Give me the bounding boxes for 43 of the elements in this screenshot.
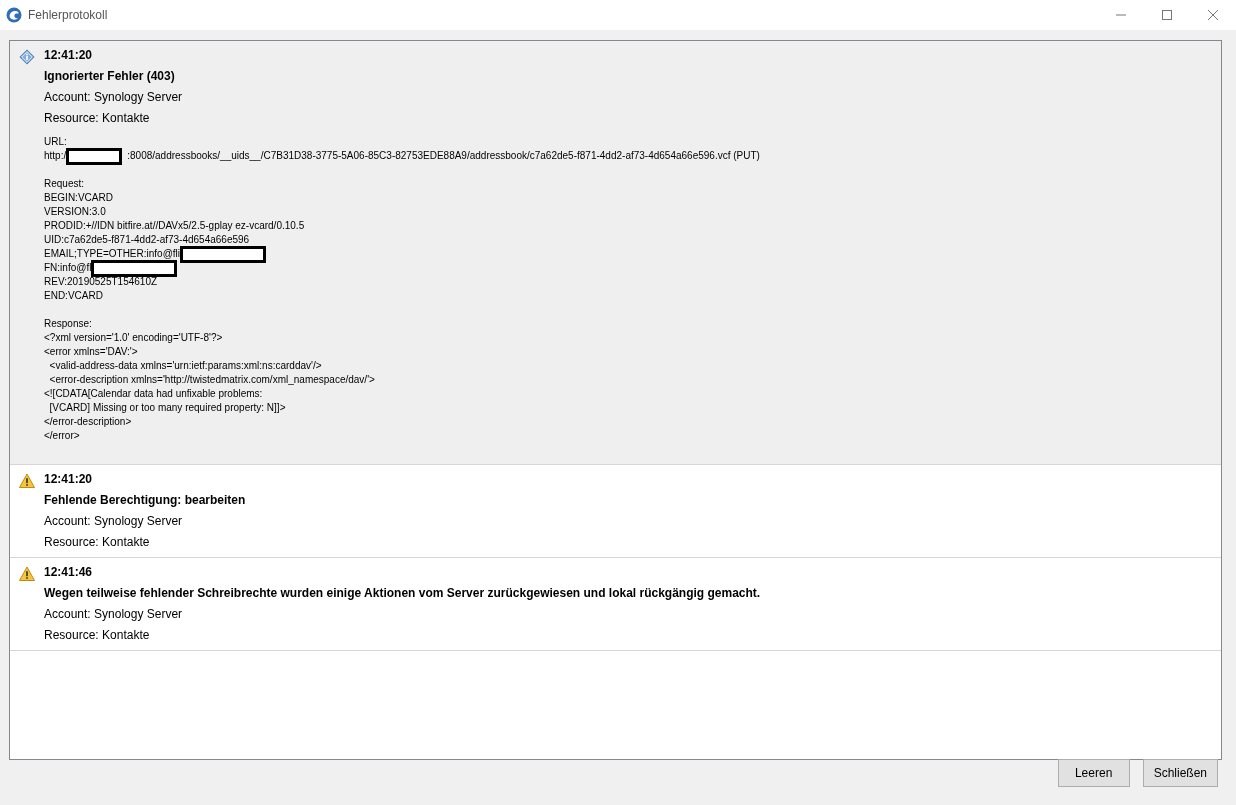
entry-resource: Resource: Kontakte: [44, 110, 150, 127]
detail-line: FN:info@fl: [44, 261, 92, 275]
maximize-icon: [1162, 10, 1172, 20]
entry-account: Account: Synology Server: [44, 606, 183, 623]
entry-time: 12:41:20: [44, 47, 93, 64]
detail-line: <valid-address-data xmlns='urn:ietf:params:xml:ns:carddav'/>: [48, 359, 322, 373]
detail-line: <![CDATA[Calendar data had unfixable problems:: [44, 387, 263, 401]
detail-line: <?xml version='1.0' encoding='UTF-8'?>: [44, 331, 223, 345]
detail-line: http:/: [44, 149, 67, 163]
detail-line: UID:c7a62de5-f871-4dd2-af73-4d654a66e596: [44, 233, 250, 247]
detail-line: REV:20190525T154610Z: [44, 275, 158, 289]
entry-account: Account: Synology Server: [44, 89, 183, 106]
entry-time: 12:41:20: [44, 471, 93, 488]
detail-heading: Response:: [44, 317, 92, 331]
window-title: Fehlerprotokoll: [28, 8, 108, 22]
warning-icon: [19, 566, 35, 582]
entry-title: Wegen teilweise fehlender Schreibrechte wurden einige Aktionen vom Server zurückgewiesen und lokal rückgängig gemacht.: [44, 585, 761, 602]
log-entry[interactable]: [10, 41, 1221, 465]
entry-time: 12:41:46: [44, 564, 93, 581]
detail-heading: Request:: [44, 177, 85, 191]
detail-heading: URL:: [44, 135, 67, 149]
app-logo-icon: [6, 7, 22, 23]
entry-title: Ignorierter Fehler (403): [44, 68, 175, 85]
detail-line: </error-description>: [44, 415, 132, 429]
entry-title: Fehlende Berechtigung: bearbeiten: [44, 492, 246, 509]
entry-resource: Resource: Kontakte: [44, 627, 150, 644]
warning-icon: [19, 473, 35, 489]
detail-line: [VCARD] Missing or too many required property: N]]>: [48, 401, 286, 415]
detail-line: END:VCARD: [44, 289, 103, 303]
dialog-button[interactable]: Leeren: [1057, 759, 1130, 787]
entry-resource: Resource: Kontakte: [44, 534, 150, 551]
info-icon: [19, 49, 35, 65]
detail-line: PRODID:+//IDN bitfire.at//DAVx5/2.5-gplay ez-vcard/0.10.5: [44, 219, 305, 233]
detail-line: </error>: [44, 429, 80, 443]
detail-line: <error-description xmlns='http://twistedmatrix.com/xml_namespace/dav/'>: [48, 373, 375, 387]
dialog-button[interactable]: Schließen: [1142, 759, 1218, 787]
detail-line: VERSION:3.0: [44, 205, 106, 219]
detail-line: BEGIN:VCARD: [44, 191, 113, 205]
detail-line: <error xmlns='DAV:'>: [44, 345, 138, 359]
entry-account: Account: Synology Server: [44, 513, 183, 530]
close-icon: [1208, 10, 1218, 20]
detail-line: EMAIL;TYPE=OTHER:info@fli: [44, 247, 181, 261]
detail-line: :8008/addressbooks/__uids__/C7B31D38-3775-5A06-85C3-82753EDE88A9/addressbook/c7a62de5-f871-4dd2-af73-4d654a66e596.vcf (PUT): [127, 149, 760, 163]
